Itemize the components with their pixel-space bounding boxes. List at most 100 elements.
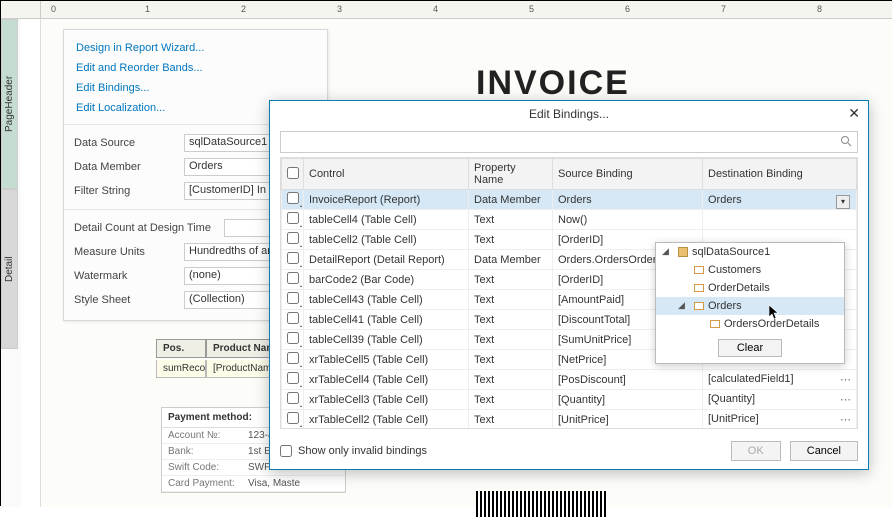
cell-control: xrTableCell3 (Table Cell) (304, 390, 469, 410)
row-checkbox[interactable] (287, 252, 299, 264)
cell-control: xrTableCell2 (Table Cell) (304, 410, 469, 430)
cell-destination[interactable]: [Quantity]⋯ (703, 390, 857, 410)
cell-destination[interactable]: [UnitPrice]⋯ (703, 410, 857, 430)
cell-property: Text (469, 210, 553, 230)
cell-control: tableCell2 (Table Cell) (304, 230, 469, 250)
cell-property: Data Member (469, 190, 553, 210)
col-source[interactable]: Source Binding (553, 159, 703, 190)
cell-control: xrTableCell4 (Table Cell) (304, 370, 469, 390)
table-icon (694, 266, 704, 274)
col-pos: Pos. (156, 339, 206, 358)
payment-row: Card Payment:Visa, Maste (162, 476, 345, 492)
cell-source: Orders (553, 190, 703, 210)
cell-property: Text (469, 330, 553, 350)
cell-control: barCode2 (Bar Code) (304, 270, 469, 290)
cell-property: Text (469, 290, 553, 310)
band-tab-detail[interactable]: Detail (1, 189, 18, 349)
show-invalid-label: Show only invalid bindings (298, 445, 427, 457)
row-checkbox[interactable] (287, 392, 299, 404)
band-gutter (21, 19, 41, 507)
dialog-titlebar[interactable]: Edit Bindings... ✕ (270, 101, 868, 127)
cell-control: tableCell39 (Table Cell) (304, 330, 469, 350)
cell-sumrecord[interactable]: sumRecord (156, 360, 206, 378)
search-icon[interactable] (840, 135, 852, 150)
expand-icon[interactable]: ◢ (662, 246, 669, 257)
cell-source: [UnitPrice] (553, 410, 703, 430)
clear-button[interactable]: Clear (718, 339, 782, 357)
band-tab-pageheader[interactable]: PageHeader (1, 19, 18, 189)
row-checkbox[interactable] (287, 232, 299, 244)
search-input[interactable] (280, 131, 858, 153)
prop-label: Style Sheet (74, 294, 184, 306)
row-checkbox[interactable] (287, 272, 299, 284)
prop-label: Watermark (74, 270, 184, 282)
binding-row[interactable]: xrTableCell4 (Table Cell) Text [PosDisco… (282, 370, 857, 390)
binding-row[interactable]: tableCell4 (Table Cell) Text Now() (282, 210, 857, 230)
row-checkbox[interactable] (287, 312, 299, 324)
cell-property: Text (469, 410, 553, 430)
cell-control: xrTableCell5 (Table Cell) (304, 350, 469, 370)
col-control[interactable]: Control (304, 159, 469, 190)
cell-control: tableCell4 (Table Cell) (304, 210, 469, 230)
link-edit-bands[interactable]: Edit and Reorder Bands... (64, 58, 327, 78)
cell-destination[interactable] (703, 210, 857, 230)
band-tabs: PageHeader Detail (1, 19, 21, 507)
binding-row[interactable]: InvoiceReport (Report) Data Member Order… (282, 190, 857, 210)
prop-label: Data Member (74, 161, 184, 173)
col-property[interactable]: Property Name (469, 159, 553, 190)
cell-destination[interactable]: [calculatedField1]⋯ (703, 370, 857, 390)
database-icon (678, 247, 688, 257)
prop-label: Measure Units (74, 246, 184, 258)
edit-bindings-dialog[interactable]: Edit Bindings... ✕ Control Property Name… (269, 100, 869, 470)
cell-property: Text (469, 350, 553, 370)
tree-node-orderdetails[interactable]: OrderDetails (656, 279, 844, 297)
tree-node-customers[interactable]: Customers (656, 261, 844, 279)
destination-dropdown[interactable]: ◢sqlDataSource1 Customers OrderDetails ◢… (655, 242, 845, 364)
prop-label: Filter String (74, 185, 184, 197)
table-icon (694, 302, 704, 310)
row-checkbox[interactable] (287, 412, 299, 424)
binding-row[interactable]: xrTableCell2 (Table Cell) Text [UnitPric… (282, 410, 857, 430)
row-checkbox[interactable] (287, 372, 299, 384)
row-checkbox[interactable] (287, 292, 299, 304)
cancel-button[interactable]: Cancel (790, 441, 858, 461)
tree-node-datasource[interactable]: ◢sqlDataSource1 (656, 243, 844, 261)
cell-control: tableCell41 (Table Cell) (304, 310, 469, 330)
cell-property: Text (469, 390, 553, 410)
prop-label: Detail Count at Design Time (74, 222, 224, 234)
tree-node-ordersorderdetails[interactable]: OrdersOrderDetails (656, 315, 844, 333)
checkbox-header[interactable] (282, 159, 304, 190)
search-box[interactable] (280, 131, 858, 153)
table-icon (710, 320, 720, 328)
cell-control: DetailReport (Detail Report) (304, 250, 469, 270)
cell-property: Text (469, 310, 553, 330)
dialog-footer: Show only invalid bindings OK Cancel (270, 435, 868, 469)
row-checkbox[interactable] (287, 332, 299, 344)
cell-source: [PosDiscount] (553, 370, 703, 390)
select-all-checkbox[interactable] (287, 167, 299, 179)
show-invalid-checkbox[interactable] (280, 445, 292, 457)
col-destination[interactable]: Destination Binding (703, 159, 857, 190)
cell-property: Text (469, 370, 553, 390)
table-icon (694, 284, 704, 292)
tree-node-orders[interactable]: ◢Orders (656, 297, 844, 315)
prop-label: Data Source (74, 137, 184, 149)
barcode-preview (476, 491, 606, 517)
binding-row[interactable]: xrTableCell3 (Table Cell) Text [Quantity… (282, 390, 857, 410)
invoice-title-label: INVOICE (476, 64, 630, 103)
dropdown-button[interactable]: ▾ (836, 195, 850, 209)
bindings-grid[interactable]: Control Property Name Source Binding Des… (280, 157, 858, 429)
link-design-wizard[interactable]: Design in Report Wizard... (64, 38, 327, 58)
expand-icon[interactable]: ◢ (678, 300, 685, 311)
cell-control: tableCell43 (Table Cell) (304, 290, 469, 310)
close-icon[interactable]: ✕ (848, 105, 860, 122)
ok-button[interactable]: OK (731, 441, 781, 461)
link-edit-bindings[interactable]: Edit Bindings... (64, 78, 327, 98)
ruler-corner (1, 1, 41, 19)
row-checkbox[interactable] (287, 212, 299, 224)
row-checkbox[interactable] (287, 192, 299, 204)
cell-destination[interactable]: Orders▾ (703, 190, 857, 210)
cell-property: Text (469, 270, 553, 290)
cell-property: Data Member (469, 250, 553, 270)
row-checkbox[interactable] (287, 352, 299, 364)
